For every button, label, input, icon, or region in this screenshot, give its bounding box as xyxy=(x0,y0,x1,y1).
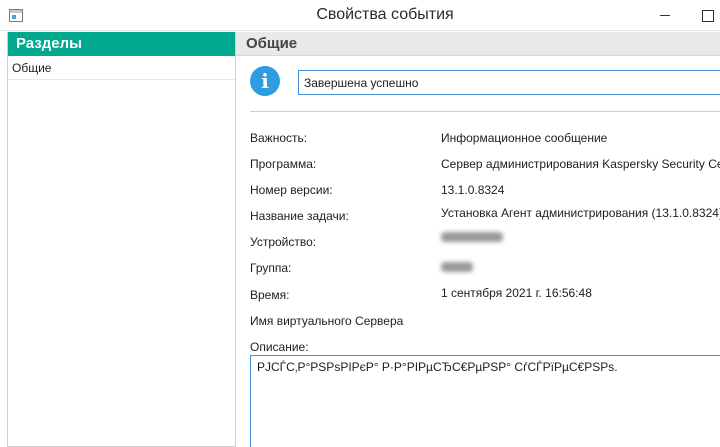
group-value-redacted xyxy=(441,262,473,272)
task-name-label: Название задачи: xyxy=(250,209,349,223)
description-field[interactable]: РЈСЃС‚Р°РЅРѕРІРєР° Р·Р°РІРµСЂС€РµРЅР° Сѓ… xyxy=(250,355,720,447)
main-panel: Общие i Завершена успешно Важность: Инфо… xyxy=(236,32,720,447)
virtual-server-label: Имя виртуального Сервера xyxy=(250,314,404,328)
status-field[interactable]: Завершена успешно xyxy=(298,70,720,95)
info-icon: i xyxy=(250,66,280,96)
time-label: Время: xyxy=(250,288,290,302)
version-label: Номер версии: xyxy=(250,183,333,197)
section-title: Общие xyxy=(236,32,720,56)
window-title: Свойства события xyxy=(316,6,454,23)
sidebar-header: Разделы xyxy=(8,32,235,56)
device-label: Устройство: xyxy=(250,235,317,249)
group-label: Группа: xyxy=(250,261,292,275)
divider xyxy=(250,111,720,112)
importance-value: Информационное сообщение xyxy=(441,131,608,145)
importance-label: Важность: xyxy=(250,131,308,145)
maximize-button[interactable] xyxy=(688,0,720,31)
sidebar-item-general[interactable]: Общие xyxy=(8,56,235,80)
version-value: 13.1.0.8324 xyxy=(441,183,505,197)
program-label: Программа: xyxy=(250,157,317,171)
sections-sidebar: Разделы Общие xyxy=(7,32,236,447)
minimize-button[interactable] xyxy=(642,0,688,31)
program-value: Сервер администрирования Kaspersky Secur… xyxy=(441,157,720,171)
task-name-value: Установка Агент администрирования (13.1.… xyxy=(441,206,720,220)
description-label: Описание: xyxy=(250,340,309,354)
device-value-redacted xyxy=(441,232,503,242)
title-bar: Свойства события xyxy=(0,0,720,31)
time-value: 1 сентября 2021 г. 16:56:48 xyxy=(441,286,592,300)
